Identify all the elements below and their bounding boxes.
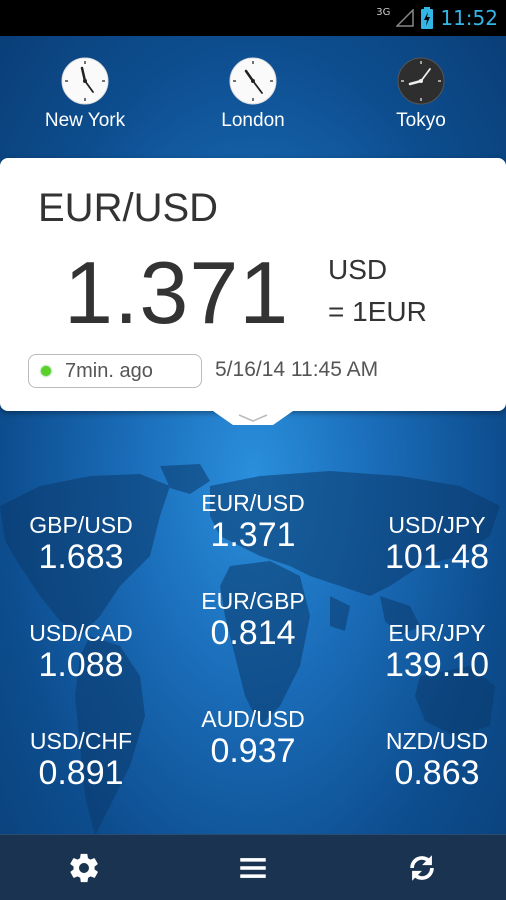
quote-rate-value: 1.371 — [210, 516, 296, 554]
last-updated-text: 7min. ago — [65, 359, 153, 382]
quote-pair-label: USD/JPY — [388, 512, 486, 538]
quote-rate-value: 0.863 — [394, 754, 480, 792]
world-clocks: New York London Tokyo — [0, 56, 506, 156]
quote-rate-value: 1.683 — [38, 538, 124, 576]
quote-rate-value: 0.937 — [210, 732, 296, 770]
refresh-icon — [409, 854, 434, 881]
menu-button[interactable] — [213, 835, 293, 900]
quote-pair-label: USD/CHF — [29, 728, 133, 754]
quote-pair-label: EUR/JPY — [388, 620, 486, 646]
quote-eur-usd[interactable]: EUR/USD 1.371 — [168, 490, 338, 554]
quote-rate-value: 139.10 — [385, 646, 489, 684]
refresh-button[interactable] — [382, 835, 462, 900]
quote-nzd-usd[interactable]: NZD/USD 0.863 — [352, 728, 506, 792]
clock-new-york: New York — [10, 56, 160, 132]
quote-usd-chf[interactable]: USD/CHF 0.891 — [0, 728, 166, 792]
quote-eur-jpy[interactable]: EUR/JPY 139.10 — [352, 620, 506, 684]
settings-button[interactable] — [44, 835, 124, 900]
clock-tokyo: Tokyo — [346, 56, 496, 132]
quote-pair-label: EUR/GBP — [201, 588, 305, 614]
clock-city-label: Tokyo — [396, 110, 446, 131]
quote-aud-usd[interactable]: AUD/USD 0.937 — [168, 706, 338, 770]
quote-eur-gbp[interactable]: EUR/GBP 0.814 — [168, 588, 338, 652]
quote-pair-label: USD/CAD — [29, 620, 133, 646]
clock-icon — [61, 57, 109, 105]
quote-usd-jpy[interactable]: USD/JPY 101.48 — [352, 512, 506, 576]
status-bar: 3G 11:52 — [0, 0, 506, 36]
battery-icon — [421, 7, 434, 29]
main-pair-title: EUR/USD — [38, 186, 219, 230]
quote-usd-cad[interactable]: USD/CAD 1.088 — [0, 620, 166, 684]
main-rate-value: 1.371 — [64, 243, 290, 342]
quote-gbp-usd[interactable]: GBP/USD 1.683 — [0, 512, 166, 576]
clock-london: London — [178, 56, 328, 132]
live-status-dot — [41, 366, 51, 376]
last-updated-badge: 7min. ago — [28, 354, 202, 388]
quote-pair-label: EUR/USD — [201, 490, 305, 516]
rate-timestamp: 5/16/14 11:45 AM — [215, 358, 379, 381]
network-type: 3G — [376, 6, 391, 18]
bottom-toolbar — [0, 834, 506, 900]
main-rate-unit: USD — [328, 254, 388, 285]
quote-pair-label: NZD/USD — [385, 728, 489, 754]
clock-icon — [229, 57, 277, 105]
quote-rate-value: 0.814 — [210, 614, 296, 652]
quote-pair-label: GBP/USD — [29, 512, 133, 538]
quote-rate-value: 101.48 — [385, 538, 489, 576]
signal-icon — [396, 9, 415, 27]
clock-icon — [397, 57, 445, 105]
main-rate-card[interactable]: EUR/USD 1.371 USD = 1EUR 7min. ago 5/16/… — [0, 158, 506, 411]
quote-pair-label: AUD/USD — [201, 706, 305, 732]
menu-icon — [240, 857, 266, 878]
card-expand-chevron[interactable] — [213, 411, 293, 431]
app-background: New York London Tokyo EUR/USD 1.371 USD … — [0, 36, 506, 834]
quote-rate-value: 1.088 — [38, 646, 124, 684]
gear-icon — [70, 853, 99, 882]
main-rate-equivalence: = 1EUR — [328, 296, 427, 327]
clock-city-label: London — [221, 110, 285, 131]
quote-rate-value: 0.891 — [38, 754, 124, 792]
clock-city-label: New York — [44, 110, 126, 131]
status-time: 11:52 — [440, 6, 498, 30]
